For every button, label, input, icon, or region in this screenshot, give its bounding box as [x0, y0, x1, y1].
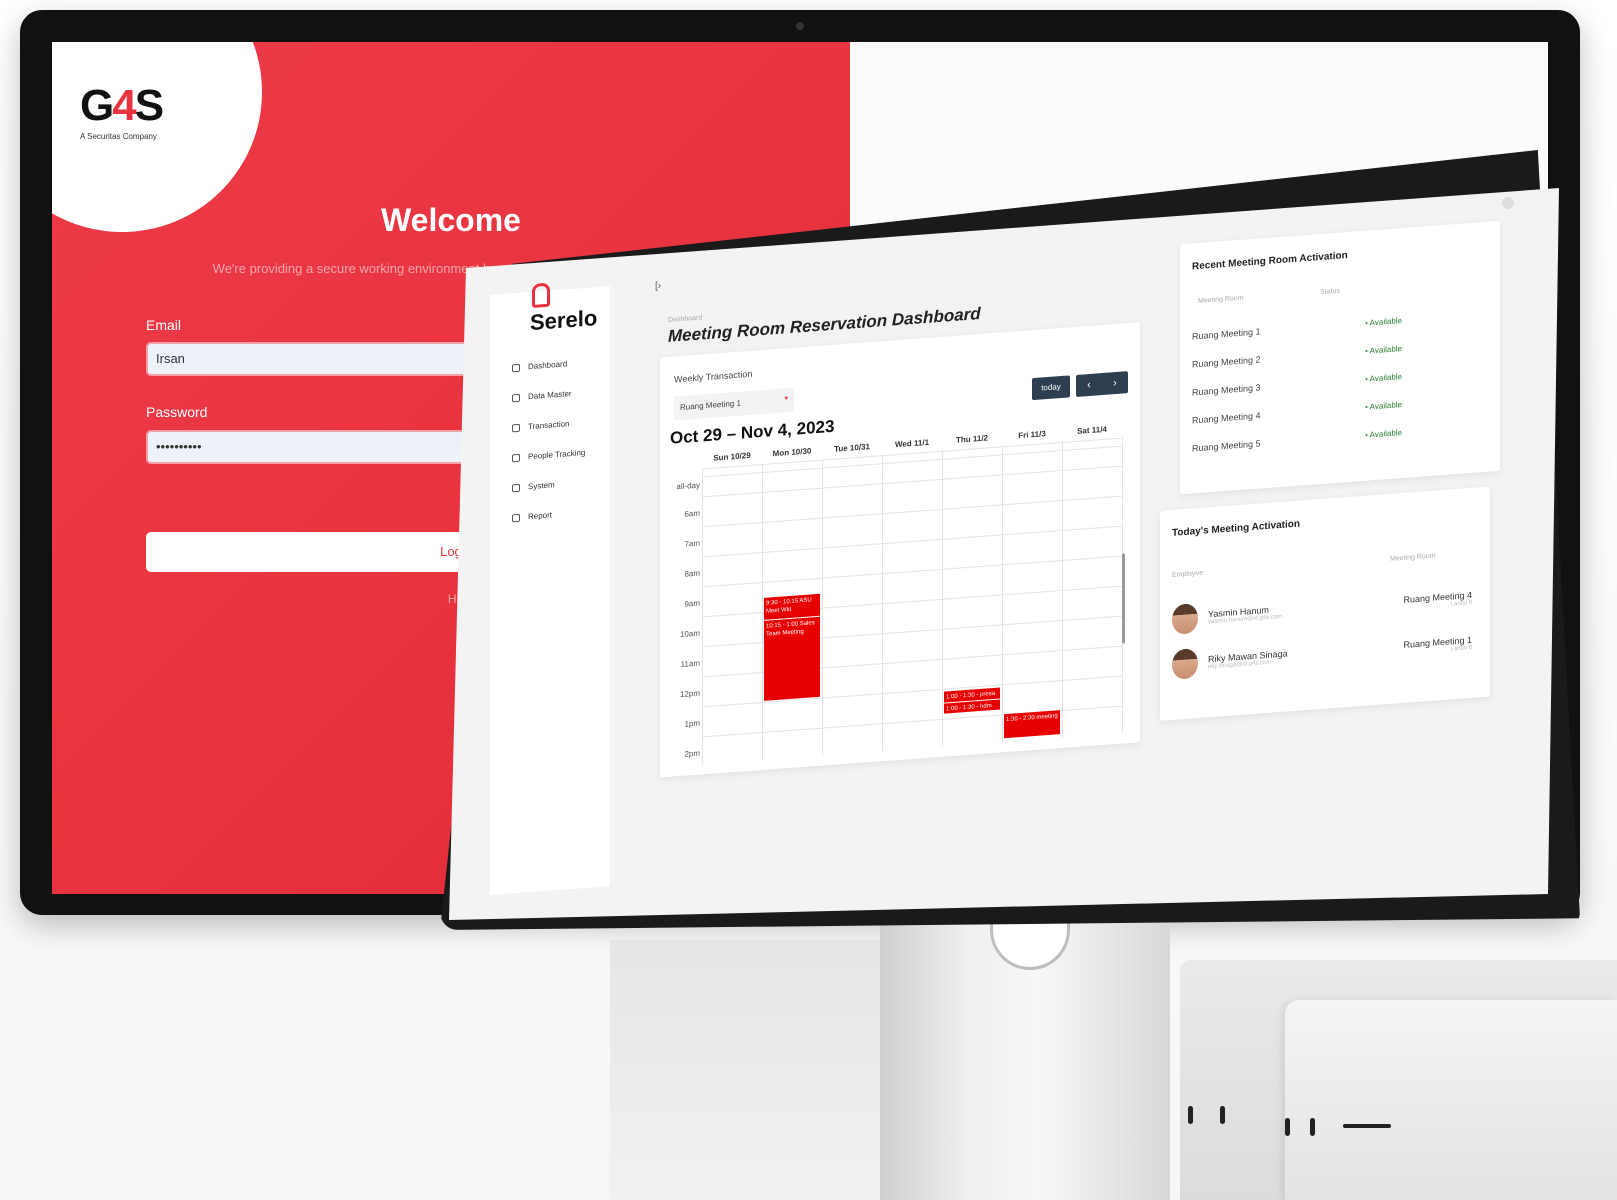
status-badge: Available — [1365, 344, 1402, 357]
calendar-section-label: Weekly Transaction — [674, 368, 753, 385]
day-header: Mon 10/30 — [772, 446, 812, 459]
system-icon — [512, 483, 520, 492]
g4s-logo: G4S A Securitas Company — [80, 84, 190, 154]
avatar — [1172, 603, 1198, 635]
column-header: Meeting Room — [1390, 552, 1436, 563]
time-label: 2pm — [684, 748, 700, 759]
day-header: Tue 10/31 — [834, 442, 870, 454]
table-row: Ruang Meeting 1Available — [1192, 316, 1402, 341]
time-label: 8am — [684, 568, 700, 579]
report-icon — [512, 513, 520, 522]
day-header: Wed 11/1 — [894, 437, 930, 450]
sidebar-item-system[interactable]: System — [512, 480, 555, 492]
status-badge: Available — [1365, 400, 1402, 413]
time-label: 12pm — [679, 688, 700, 700]
list-item: Yasmin Hanum yasmin.hanum@id.g4s.com Rua… — [1172, 583, 1472, 635]
time-label: all-day — [676, 480, 700, 492]
table-row: Ruang Meeting 4Available — [1192, 400, 1402, 425]
calendar-nav: ‹ › — [1076, 371, 1128, 397]
password-label: Password — [146, 404, 208, 420]
usb-port — [1285, 1118, 1290, 1136]
sidebar: Serelo Dashboard Data Master Transaction… — [490, 282, 610, 895]
brand-logo: Serelo — [530, 305, 598, 336]
calendar-grid: Sun 10/29 Mon 10/30 Tue 10/31 Wed 11/1 T… — [670, 424, 1123, 767]
list-item: Riky Mawan Sinaga riky.sinaga@id.g4s.com… — [1172, 628, 1472, 680]
sidebar-item-report[interactable]: Report — [512, 510, 552, 522]
sd-slot — [1343, 1124, 1391, 1128]
today-button[interactable]: today — [1032, 375, 1070, 401]
chevron-down-icon: ▾ — [784, 395, 788, 403]
database-icon — [512, 393, 520, 402]
welcome-heading: Welcome — [381, 202, 521, 238]
day-header: Sat 11/4 — [1077, 424, 1107, 436]
time-label: 10am — [679, 628, 700, 640]
weekly-calendar-card: Weekly Transaction Ruang Meeting 1 ▾ Oct… — [660, 322, 1140, 778]
home-icon — [512, 363, 520, 372]
time-label: 11am — [680, 658, 700, 670]
column-header: Meeting Room — [1198, 294, 1244, 306]
avatar — [1172, 648, 1198, 680]
card-title: Recent Meeting Room Activation — [1192, 250, 1348, 273]
status-badge: Available — [1365, 372, 1402, 385]
collapse-sidebar-icon[interactable]: [› — [655, 280, 661, 291]
next-week-icon[interactable]: › — [1113, 377, 1117, 389]
status-badge: Available — [1365, 316, 1402, 329]
time-label: 7am — [684, 538, 700, 549]
email-label: Email — [146, 317, 182, 333]
lock-icon — [532, 282, 550, 308]
day-header: Sun 10/29 — [713, 450, 751, 463]
camera-dot — [796, 22, 804, 30]
time-label: 6am — [684, 508, 700, 519]
mac-mini — [1285, 1000, 1617, 1200]
product-mockup: G4S A Securitas Company Welcome We're pr… — [0, 0, 1617, 1200]
calendar-date-range: Oct 29 – Nov 4, 2023 — [670, 416, 835, 448]
day-header: Thu 11/2 — [955, 433, 988, 445]
calendar-event[interactable]: 1:30 - 2:30 meeting — [1004, 710, 1060, 739]
sidebar-item-dashboard[interactable]: Dashboard — [512, 359, 567, 372]
sidebar-item-data-master[interactable]: Data Master — [512, 389, 572, 402]
room-select[interactable]: Ruang Meeting 1 ▾ — [674, 387, 794, 421]
column-header: Employee — [1172, 569, 1204, 579]
sidebar-item-people-tracking[interactable]: People Tracking — [512, 448, 585, 462]
breadcrumb: Dashboard — [668, 314, 703, 324]
sidebar-item-transaction[interactable]: Transaction — [512, 419, 570, 432]
prev-week-icon[interactable]: ‹ — [1087, 379, 1091, 391]
logo-tagline: A Securitas Company — [80, 132, 157, 141]
table-row: Ruang Meeting 3Available — [1192, 372, 1402, 397]
card-title: Today's Meeting Activation — [1172, 518, 1300, 539]
column-header: Status — [1320, 287, 1340, 297]
day-header: Fri 11/3 — [1018, 429, 1046, 441]
table-row: Ruang Meeting 2Available — [1192, 344, 1402, 369]
calendar-scrollbar[interactable] — [1122, 553, 1125, 644]
calendar-event[interactable]: 10:15 - 1:00 Sales Team Meeting — [764, 616, 820, 701]
usb-port — [1310, 1118, 1315, 1136]
stand-base — [610, 940, 900, 1200]
table-row: Ruang Meeting 5Available — [1192, 428, 1402, 453]
transfer-icon — [512, 423, 520, 432]
today-activation-card: Today's Meeting Activation Employee Meet… — [1160, 486, 1490, 721]
calendar-event[interactable]: 9:30 - 10:15 ASU Meet Wkt — [764, 593, 820, 620]
tracking-icon — [512, 453, 520, 462]
time-label: 9am — [684, 598, 700, 609]
recent-activation-card: Recent Meeting Room Activation Meeting R… — [1180, 220, 1500, 495]
status-badge: Available — [1365, 428, 1402, 441]
time-label: 1pm — [684, 718, 700, 729]
